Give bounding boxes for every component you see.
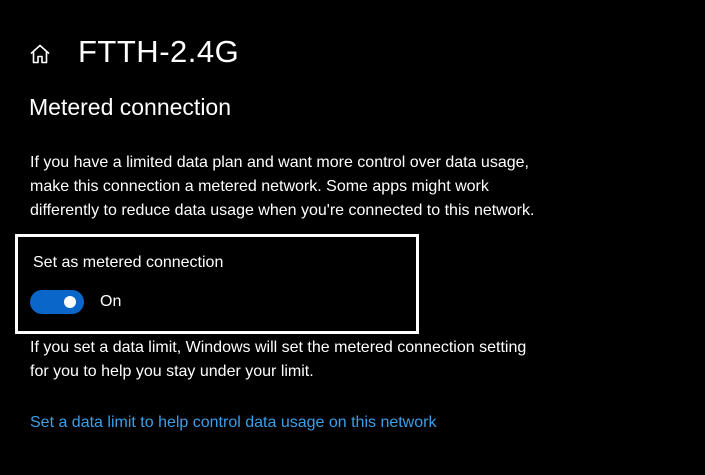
toggle-state-text: On — [100, 293, 122, 310]
settings-page: FTTH-2.4G Metered connection If you have… — [0, 0, 705, 475]
description-line: If you have a limited data plan and want… — [30, 154, 529, 171]
metered-toggle-highlight: Set as metered connection On — [15, 234, 419, 334]
toggle-knob — [64, 296, 76, 308]
home-icon[interactable] — [28, 42, 52, 66]
section-title: Metered connection — [29, 94, 232, 120]
limit-note-line: for you to help you stay under your limi… — [30, 363, 314, 380]
metered-description: If you have a limited data plan and want… — [30, 151, 630, 223]
page-title: FTTH-2.4G — [78, 34, 240, 69]
limit-note-line: If you set a data limit, Windows will se… — [30, 339, 527, 356]
description-line: differently to reduce data usage when yo… — [30, 202, 535, 219]
metered-toggle-label: Set as metered connection — [33, 254, 224, 271]
data-limit-note: If you set a data limit, Windows will se… — [30, 336, 630, 384]
set-data-limit-link[interactable]: Set a data limit to help control data us… — [30, 414, 436, 432]
metered-connection-toggle[interactable] — [30, 290, 84, 314]
metered-toggle-row: On — [30, 290, 121, 314]
description-line: make this connection a metered network. … — [30, 178, 489, 195]
page-header: FTTH-2.4G — [28, 30, 239, 74]
